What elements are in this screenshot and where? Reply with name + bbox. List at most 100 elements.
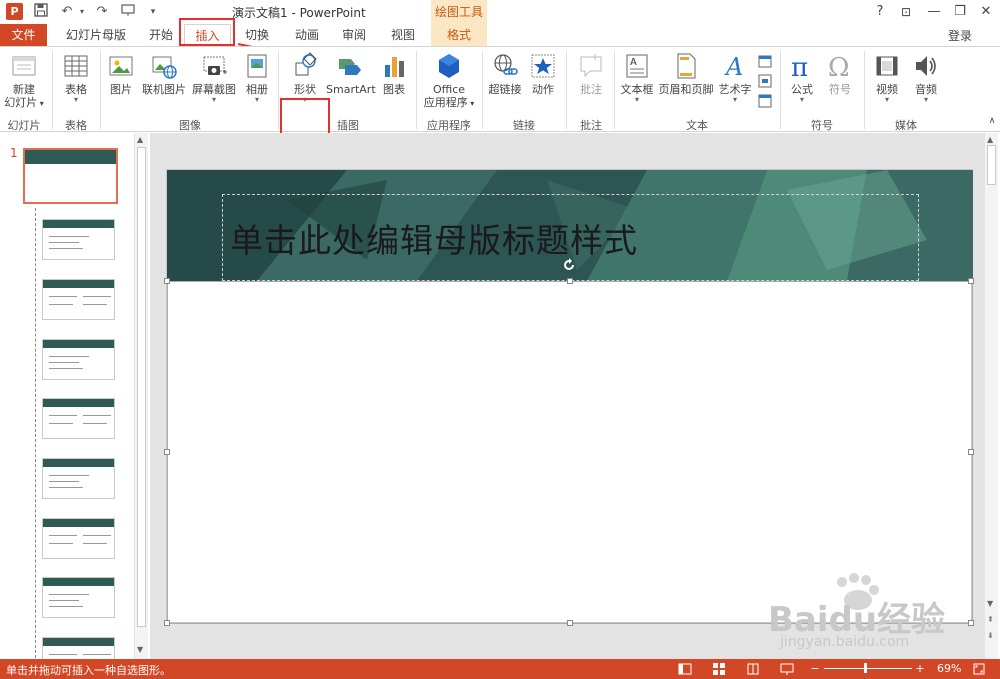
previous-slide-icon[interactable]: ⇞ <box>987 615 994 624</box>
thumbnail-layout[interactable] <box>42 577 115 618</box>
resize-handle[interactable] <box>567 278 573 284</box>
layout-connector-line <box>35 208 36 658</box>
screenshot-button[interactable]: 屏幕截图 ▾ <box>190 51 238 104</box>
wordart-button[interactable]: A 艺术字 ▾ <box>716 51 754 104</box>
header-footer-button[interactable]: 页眉和页脚 <box>658 51 714 96</box>
fit-slide-to-window-icon[interactable] <box>972 662 986 676</box>
thumbnail-text-line <box>49 356 89 357</box>
chart-button[interactable]: 图表 <box>378 51 410 96</box>
resize-handle[interactable] <box>968 620 974 626</box>
save-icon[interactable] <box>32 3 50 21</box>
thumbnail-layout[interactable] <box>42 398 115 439</box>
smartart-button[interactable]: SmartArt <box>326 51 376 96</box>
office-apps-button[interactable]: Office 应用程序 ▾ <box>420 51 478 110</box>
audio-button[interactable]: 音频 ▾ <box>908 51 944 104</box>
resize-handle[interactable] <box>164 278 170 284</box>
watermark-url: jingyan.baidu.com <box>780 634 910 650</box>
tab-view[interactable]: 视图 <box>383 24 423 46</box>
photo-album-button[interactable]: 相册 ▾ <box>240 51 274 104</box>
table-button[interactable]: 表格 ▾ <box>58 51 94 104</box>
help-icon[interactable]: ? <box>869 2 891 22</box>
new-slide-button[interactable]: 新建 幻灯片 ▾ <box>2 51 46 110</box>
hyperlink-button[interactable]: 超链接 <box>486 51 524 96</box>
group-label-slides: 幻灯片 <box>7 119 41 132</box>
redo-icon[interactable]: ↷ <box>93 3 111 21</box>
zoom-out-icon[interactable]: − <box>808 662 822 676</box>
minimize-icon[interactable]: — <box>923 2 945 22</box>
picture-button[interactable]: 图片 <box>104 51 138 96</box>
zoom-slider-knob[interactable] <box>863 663 867 673</box>
scroll-down-icon[interactable]: ▼ <box>987 599 993 608</box>
scroll-down-icon[interactable]: ▼ <box>137 645 143 654</box>
video-button[interactable]: 视频 ▾ <box>868 51 906 104</box>
equation-button[interactable]: π 公式 ▾ <box>784 51 820 104</box>
thumbnail-text-line <box>49 654 77 655</box>
resize-handle[interactable] <box>164 620 170 626</box>
resize-handle[interactable] <box>164 449 170 455</box>
tab-review[interactable]: 审阅 <box>334 24 374 46</box>
ribbon-display-options-icon[interactable]: ⊡ <box>895 2 917 22</box>
tab-format[interactable]: 格式 <box>431 24 487 46</box>
scroll-up-icon[interactable]: ▲ <box>987 135 993 144</box>
next-slide-icon[interactable]: ⇟ <box>987 631 994 640</box>
login-link[interactable]: 登录 <box>948 27 972 44</box>
textbox-button[interactable]: A 文本框 ▾ <box>618 51 656 104</box>
powerpoint-app-icon[interactable]: P <box>6 3 23 20</box>
tab-file[interactable]: 文件 <box>0 24 47 46</box>
action-button[interactable]: 动作 <box>526 51 560 96</box>
slideshow-from-start-icon[interactable] <box>120 3 138 21</box>
symbol-button[interactable]: Ω 符号 <box>822 51 858 96</box>
online-picture-button[interactable]: 联机图片 <box>140 51 188 96</box>
object-button[interactable] <box>756 93 774 112</box>
slide-scrollbar[interactable]: ▲ ▼ ⇞ ⇟ <box>984 133 998 659</box>
collapse-ribbon-icon[interactable]: ∧ <box>986 115 998 128</box>
resize-handle[interactable] <box>567 620 573 626</box>
thumbnail-text-line <box>49 248 83 249</box>
zoom-in-icon[interactable]: + <box>913 662 927 676</box>
thumbnail-slide-master[interactable] <box>23 148 118 204</box>
thumbnail-layout[interactable] <box>42 339 115 380</box>
tab-slide-master[interactable]: 幻灯片母版 <box>60 24 132 46</box>
tab-animations[interactable]: 动画 <box>287 24 327 46</box>
thumbnail-layout[interactable] <box>42 458 115 499</box>
date-time-button[interactable] <box>756 53 774 72</box>
undo-dropdown-icon[interactable]: ▾ <box>73 3 91 21</box>
title-bar: P ↶ ▾ ↷ ▾ 演示文稿1 - PowerPoint 绘图工具 ? ⊡ — … <box>0 0 1000 24</box>
shapes-button[interactable]: 形状 ▾ <box>283 51 327 104</box>
group-separator <box>614 51 615 129</box>
close-icon[interactable]: ✕ <box>975 2 997 22</box>
slide-number-button[interactable] <box>756 73 774 92</box>
slide-sorter-view-icon[interactable] <box>712 662 726 676</box>
scroll-up-icon[interactable]: ▲ <box>137 135 143 144</box>
rotate-handle-icon[interactable] <box>562 258 576 272</box>
pi-icon: π <box>791 53 808 81</box>
slide-scroll-thumb[interactable] <box>987 145 996 185</box>
thumbnail-text-line <box>49 242 79 243</box>
thumbnail-layout[interactable] <box>42 518 115 559</box>
reading-view-icon[interactable] <box>746 662 760 676</box>
normal-view-icon[interactable] <box>678 662 692 676</box>
slideshow-view-icon[interactable] <box>780 662 794 676</box>
svg-text:Ω: Ω <box>828 53 850 81</box>
resize-handle[interactable] <box>968 278 974 284</box>
zoom-slider[interactable] <box>824 663 912 673</box>
comment-button[interactable]: 批注 <box>572 51 610 96</box>
thumbnail-text-line <box>49 594 89 595</box>
customize-quick-access-icon[interactable]: ▾ <box>144 3 162 21</box>
office-store-icon <box>439 54 459 78</box>
thumbnail-header <box>43 459 114 467</box>
thumbnail-scrollbar[interactable]: ▲ ▼ <box>134 133 148 659</box>
thumbnail-layout[interactable] <box>42 219 115 260</box>
new-slide-label-1: 新建 <box>13 83 35 96</box>
thumbnail-scroll-thumb[interactable] <box>137 147 146 627</box>
thumbnail-layout[interactable] <box>42 279 115 320</box>
zoom-level[interactable]: 69% <box>937 662 961 675</box>
resize-handle[interactable] <box>968 449 974 455</box>
tab-home[interactable]: 开始 <box>141 24 181 46</box>
thumbnail-text-line <box>83 423 107 424</box>
thumbnail-header <box>43 220 114 228</box>
restore-icon[interactable]: ❐ <box>949 2 971 22</box>
slide-canvas[interactable]: 单击此处编辑母版标题样式 <box>164 169 974 626</box>
slide-title-text[interactable]: 单击此处编辑母版标题样式 <box>230 214 638 262</box>
document-title: 演示文稿1 - PowerPoint <box>232 6 366 20</box>
